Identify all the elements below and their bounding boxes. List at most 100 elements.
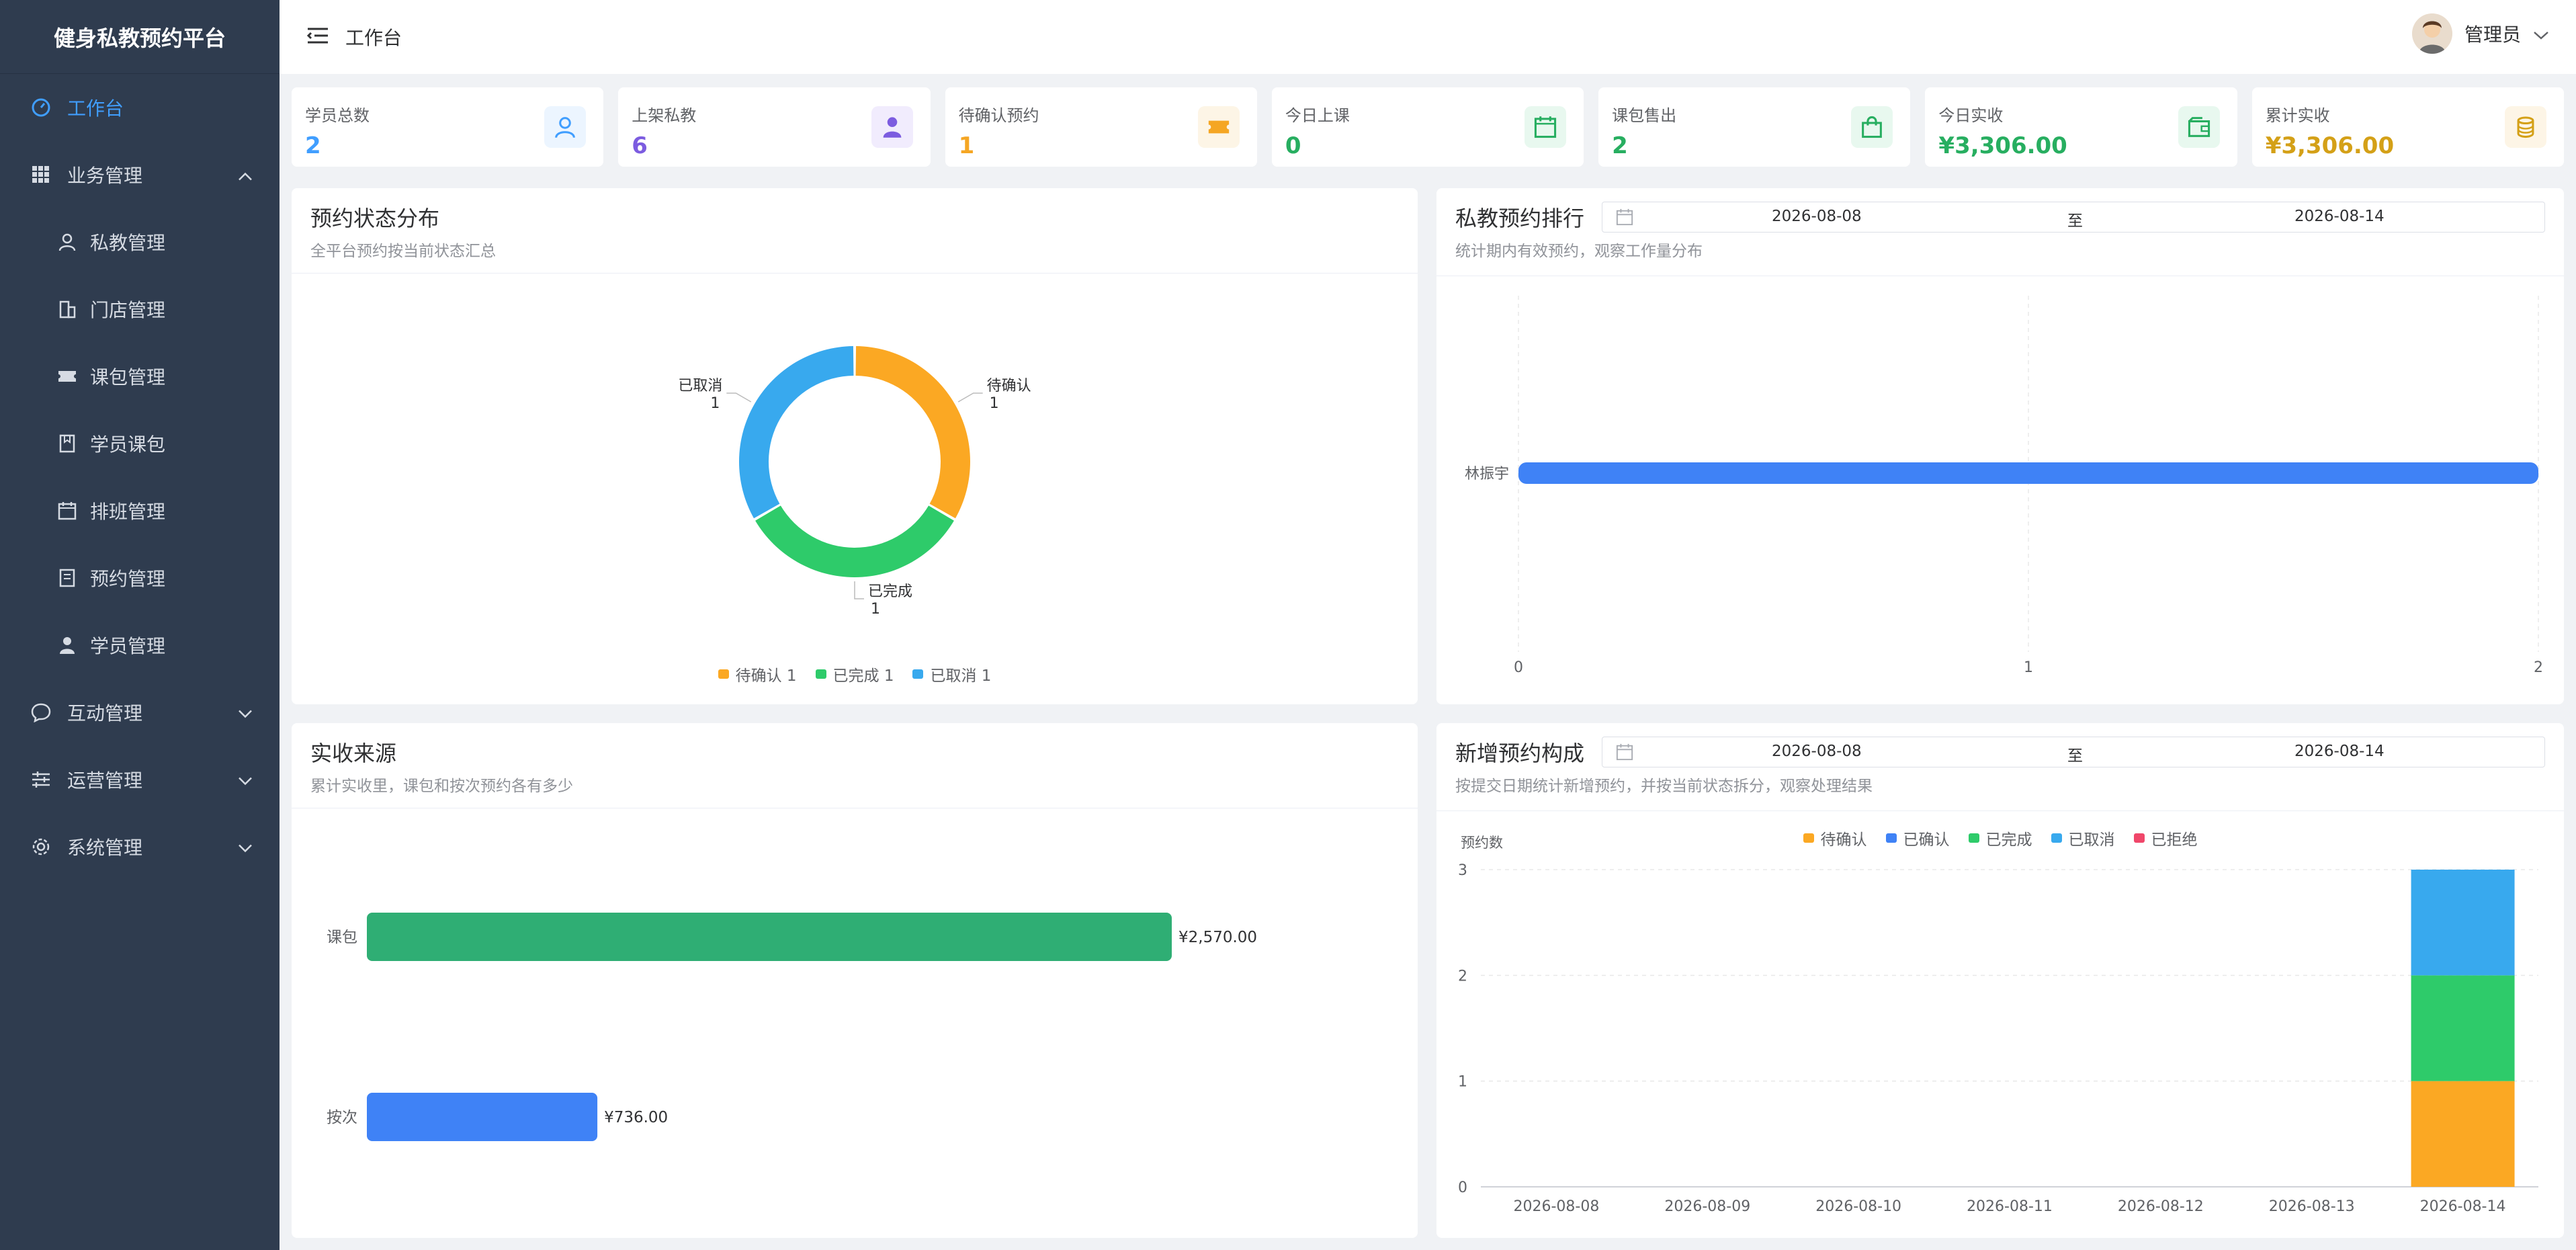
donut-slice [755, 505, 954, 577]
sidebar-item-member-packages[interactable]: 学员课包 [0, 410, 280, 477]
legend-label: 已取消 1 [930, 667, 992, 685]
grid-icon [30, 163, 52, 186]
stat-cards: 学员总数 2 上架私教 6 待确认预约 1 今日上课 0 课包售出 2 今日实收… [292, 87, 2564, 167]
legend-item[interactable]: 待确认 1 [718, 663, 797, 685]
ranking-bar [1518, 462, 2538, 484]
legend-swatch [815, 669, 826, 679]
income-bar [367, 913, 1172, 961]
x-tick-label: 2026-08-11 [1967, 1198, 2053, 1215]
donut-slice [855, 346, 970, 519]
legend-swatch [912, 669, 924, 679]
coins-icon [2504, 106, 2546, 148]
person-icon [56, 634, 78, 656]
x-tick-label: 1 [2024, 659, 2033, 676]
ticket-icon [1197, 106, 1240, 148]
sidebar-item-coaches[interactable]: 私教管理 [0, 208, 280, 276]
y-axis-title: 预约数 [1461, 835, 1503, 851]
y-category-label: 课包 [327, 929, 357, 946]
sidebar-item-schedule[interactable]: 排班管理 [0, 477, 280, 544]
stat-card-pending: 待确认预约 1 [945, 87, 1257, 167]
bar-value-label: ¥736.00 [604, 1109, 668, 1126]
ticket-icon [56, 366, 78, 387]
stat-card-total-income: 累计实收 ¥3,306.00 [2251, 87, 2564, 167]
chevron-down-icon [2533, 23, 2549, 45]
income-chart: 课包 ¥2,570.00 按次 ¥736.00 [327, 913, 1257, 1141]
donut-legend: 待确认 1 已完成 1 已取消 1 [292, 663, 1418, 685]
x-tick-label: 2 [2534, 659, 2543, 676]
donut-chart: 待确认1已完成1已取消1 [678, 346, 1031, 618]
dashboard-icon [30, 96, 52, 119]
y-category-label: 按次 [327, 1109, 357, 1126]
stat-card-today-income: 今日实收 ¥3,306.00 [1925, 87, 2237, 167]
donut-label: 已完成 [868, 583, 912, 600]
income-bar [367, 1093, 598, 1141]
y-tick-label: 3 [1458, 862, 1467, 879]
stat-card-coaches: 上架私教 6 [618, 87, 931, 167]
sliders-icon [30, 768, 52, 791]
wallet-icon [2178, 106, 2220, 148]
status-panel: 预约状态分布 全平台预约按当前状态汇总 待确认 1 已完成 1 已取消 1 待确认 1 已完… [292, 188, 1418, 704]
shopping-bag-icon [1851, 106, 1893, 148]
sidebar-item-label: 课包管理 [90, 366, 166, 388]
sidebar-item-stores[interactable]: 门店管理 [0, 276, 280, 343]
sidebar: 健身私教预约平台 工作台 业务管理 私教管理 门店管理 课包管理 学员课包 排班… [0, 0, 280, 1250]
donut-slice [739, 346, 854, 519]
sidebar-item-label: 门店管理 [90, 299, 166, 321]
chevron-down-icon [238, 702, 253, 724]
y-tick-label: 0 [1458, 1179, 1467, 1196]
chevron-down-icon [238, 836, 253, 858]
sidebar-item-label: 排班管理 [90, 501, 166, 523]
ranking-chart: 0 1 2 林振宇 [1465, 296, 2543, 676]
user-menu[interactable]: 管理员 [2411, 13, 2549, 54]
stat-card-packages-sold: 课包售出 2 [1598, 87, 1911, 167]
chat-icon [30, 701, 52, 724]
legend-item[interactable]: 已取消 1 [912, 663, 991, 685]
brand-title: 健身私教预约平台 [0, 0, 280, 74]
document-icon [56, 567, 78, 589]
stat-card-today-classes: 今日上课 0 [1271, 87, 1584, 167]
chevron-down-icon [238, 769, 253, 791]
menu-toggle-icon[interactable] [306, 26, 329, 48]
x-tick-label: 2026-08-13 [2269, 1198, 2355, 1215]
bar-value-label: ¥2,570.00 [1178, 929, 1257, 946]
income-panel: 实收来源 累计实收里，课包和按次预约各有多少 课包 ¥2,570.00 按次 ¥736… [292, 723, 1418, 1238]
sidebar-group-business[interactable]: 业务管理 [0, 141, 280, 208]
sidebar-item-dashboard[interactable]: 工作台 [0, 74, 280, 141]
sidebar-group-system[interactable]: 系统管理 [0, 813, 280, 880]
gear-icon [30, 835, 52, 858]
building-icon [56, 298, 78, 320]
sidebar-item-label: 学员课包 [90, 433, 166, 456]
stacked-bar-segment [2411, 870, 2515, 976]
x-tick-label: 2026-08-08 [1513, 1198, 1599, 1215]
calendar-icon [1525, 106, 1567, 148]
sidebar-item-packages[interactable]: 课包管理 [0, 343, 280, 410]
ranking-panel: 私教预约排行 统计期内有效预约，观察工作量分布 2026-08-08 至 202… [1436, 188, 2564, 704]
legend-label: 待确认 1 [735, 667, 797, 685]
user-icon [544, 106, 587, 148]
donut-leader-line [726, 392, 752, 403]
sidebar-item-label: 工作台 [67, 97, 124, 120]
legend-label: 已完成 1 [832, 667, 894, 685]
x-tick-label: 2026-08-10 [1815, 1198, 1901, 1215]
stacked-bar-segment [2411, 975, 2515, 1081]
bookmark-icon [56, 433, 78, 454]
avatar [2411, 13, 2452, 54]
sidebar-item-label: 运营管理 [67, 769, 143, 792]
sidebar-item-label: 系统管理 [67, 837, 143, 859]
sidebar-item-bookings[interactable]: 预约管理 [0, 544, 280, 612]
x-tick-label: 2026-08-12 [2118, 1198, 2204, 1215]
chevron-up-icon [238, 164, 253, 186]
sidebar-group-operations[interactable]: 运营管理 [0, 746, 280, 813]
sidebar-item-label: 私教管理 [90, 232, 166, 254]
legend-item[interactable]: 已完成 1 [815, 663, 894, 685]
sidebar-item-label: 学员管理 [90, 635, 166, 657]
user-icon [56, 231, 78, 253]
sidebar-group-interaction[interactable]: 互动管理 [0, 679, 280, 746]
stacked-bar-segment [2411, 1081, 2515, 1187]
sidebar-item-label: 预约管理 [90, 568, 166, 590]
y-category-label: 林振宇 [1465, 466, 1509, 483]
sidebar-item-label: 互动管理 [67, 702, 143, 724]
sidebar-item-members[interactable]: 学员管理 [0, 612, 280, 679]
donut-value: 1 [990, 395, 999, 412]
person-icon [871, 106, 913, 148]
